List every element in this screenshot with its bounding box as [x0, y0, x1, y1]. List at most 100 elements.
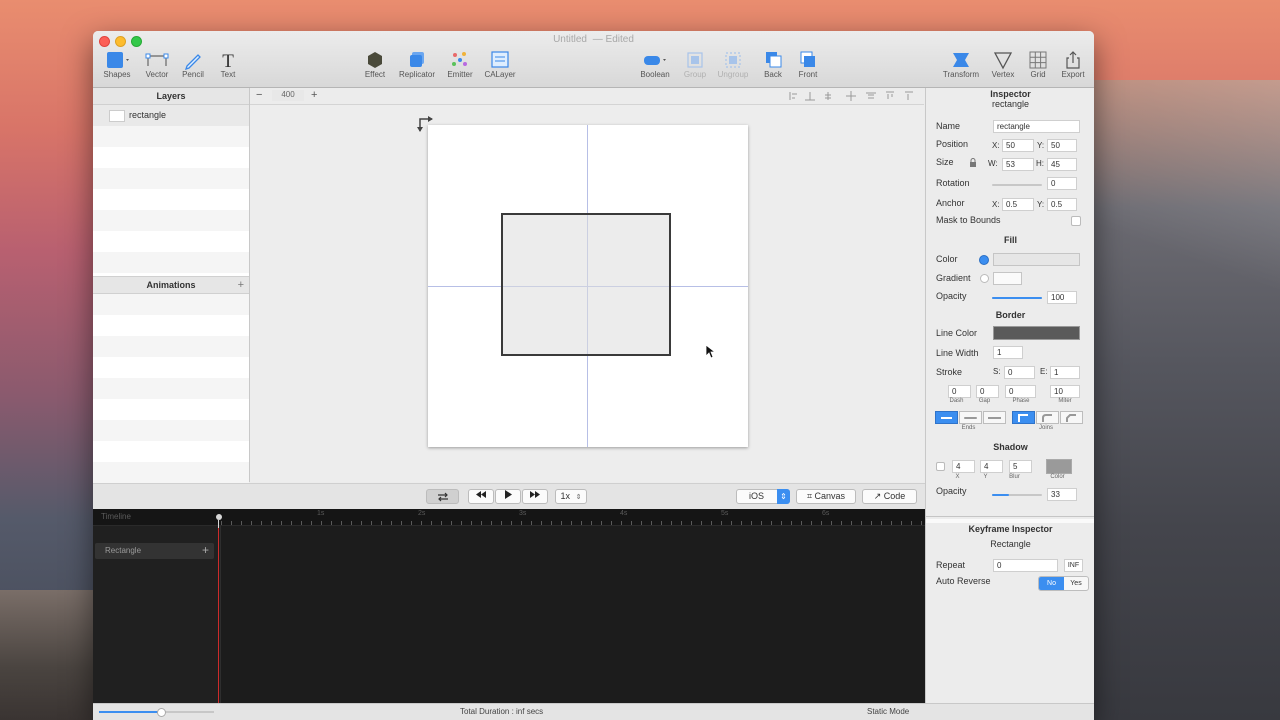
- square-end-option[interactable]: [983, 411, 1006, 424]
- loop-button[interactable]: [426, 489, 459, 504]
- repeat-field[interactable]: 0: [993, 559, 1058, 572]
- replicator-tool[interactable]: Replicator: [395, 50, 439, 79]
- gradient-radio[interactable]: [980, 274, 989, 283]
- bring-front-icon: [800, 51, 815, 67]
- inspector-subtitle: rectangle: [991, 99, 1030, 109]
- canvas-mode-button[interactable]: ⌗ Canvas: [796, 489, 856, 504]
- stroke-start-label: S:: [993, 367, 1001, 376]
- add-animation-button[interactable]: +: [238, 277, 244, 293]
- gap-field[interactable]: 0: [976, 385, 999, 398]
- layers-list: [93, 126, 249, 273]
- tick-label: 4s: [620, 510, 628, 517]
- ungroup-tool[interactable]: Ungroup: [711, 50, 755, 79]
- transform-tool[interactable]: Transform: [939, 50, 983, 79]
- bevel-join-icon: [1066, 414, 1076, 422]
- replicator-label: Replicator: [398, 70, 435, 79]
- fast-forward-button[interactable]: [522, 489, 548, 504]
- dash-field[interactable]: 0: [948, 385, 971, 398]
- shadow-blur-caption: Blur: [1009, 474, 1020, 480]
- front-tool[interactable]: Front: [786, 50, 830, 79]
- mask-to-bounds-checkbox[interactable]: [1071, 216, 1081, 226]
- effect-tool[interactable]: Effect: [353, 50, 397, 79]
- track-rectangle[interactable]: Rectangle +: [95, 543, 214, 559]
- zoom-in-button[interactable]: +: [311, 89, 317, 101]
- play-button[interactable]: [495, 489, 521, 504]
- rotation-slider[interactable]: [992, 184, 1042, 186]
- anchor-label: Anchor: [936, 198, 965, 208]
- shadow-x-field[interactable]: 4: [952, 460, 975, 473]
- repeat-infinite-button[interactable]: INF: [1064, 559, 1083, 572]
- timeline-panel: Timeline 1s 2s 3s 4s 5s 6s Rectangle +: [93, 509, 925, 703]
- platform-select[interactable]: iOS ⇕: [736, 489, 790, 504]
- code-mode-button[interactable]: ↗ Code: [862, 489, 917, 504]
- butt-end-option[interactable]: [935, 411, 958, 424]
- tick-label: 3s: [519, 510, 527, 517]
- anchor-y-label: Y:: [1037, 200, 1045, 209]
- tick-label: 1s: [317, 510, 325, 517]
- auto-reverse-no[interactable]: No: [1039, 577, 1064, 590]
- keyframe-inspector-title: Keyframe Inspector: [968, 524, 1053, 534]
- height-field[interactable]: 45: [1047, 158, 1077, 171]
- inspector-title: Inspector: [990, 89, 1031, 99]
- round-end-option[interactable]: [959, 411, 982, 424]
- shadow-y-field[interactable]: 4: [980, 460, 1003, 473]
- speed-select[interactable]: 1x ⇕: [555, 489, 587, 504]
- calayer-label: CALayer: [484, 70, 516, 79]
- effect-icon: [368, 52, 382, 68]
- rewind-button[interactable]: [468, 489, 494, 504]
- shapes-tool[interactable]: Shapes: [95, 50, 139, 79]
- position-x-field[interactable]: 50: [1002, 139, 1034, 152]
- canvas-area: − 400 +: [250, 88, 924, 482]
- rectangle-shape[interactable]: [501, 213, 671, 356]
- height-label: H:: [1036, 159, 1044, 168]
- fill-opacity-field[interactable]: 100: [1047, 291, 1077, 304]
- export-icon: [1066, 51, 1080, 69]
- miter-caption: Miter: [1058, 398, 1072, 404]
- add-keyframe-button[interactable]: +: [202, 543, 209, 557]
- position-y-field[interactable]: 50: [1047, 139, 1077, 152]
- anchor-x-field[interactable]: 0.5: [1002, 198, 1034, 211]
- name-field[interactable]: rectangle: [993, 120, 1080, 133]
- color-label: Color: [936, 254, 958, 264]
- zoom-field[interactable]: 400: [272, 90, 304, 101]
- line-ends-segmented: [935, 411, 1006, 424]
- stroke-end-field[interactable]: 1: [1050, 366, 1080, 379]
- vector-icon: [145, 53, 169, 66]
- color-radio[interactable]: [979, 255, 989, 265]
- code-mode-icon: ↗: [873, 491, 884, 501]
- toolbar: Untitled — Edited Shapes Vector Pencil T: [93, 31, 1094, 88]
- phase-field[interactable]: 0: [1005, 385, 1036, 398]
- timeline-zoom-knob[interactable]: [157, 708, 166, 717]
- stroke-start-field[interactable]: 0: [1004, 366, 1035, 379]
- calayer-tool[interactable]: CALayer: [478, 50, 522, 79]
- miter-join-option[interactable]: [1012, 411, 1035, 424]
- export-tool[interactable]: Export: [1051, 50, 1094, 79]
- shadow-color-well[interactable]: [1046, 459, 1072, 474]
- emitter-tool[interactable]: Emitter: [438, 50, 482, 79]
- round-join-option[interactable]: [1036, 411, 1059, 424]
- align-icons[interactable]: [788, 90, 920, 102]
- boolean-tool[interactable]: Boolean: [633, 50, 677, 79]
- fill-color-well[interactable]: [993, 253, 1080, 266]
- auto-reverse-yes[interactable]: Yes: [1064, 577, 1088, 590]
- layer-item-rectangle[interactable]: rectangle: [93, 105, 249, 126]
- artboard[interactable]: [428, 125, 748, 447]
- shadow-checkbox[interactable]: [936, 462, 945, 471]
- zoom-out-button[interactable]: −: [256, 89, 262, 101]
- line-width-field[interactable]: 1: [993, 346, 1023, 359]
- shadow-opacity-field[interactable]: 33: [1047, 488, 1077, 501]
- rotation-field[interactable]: 0: [1047, 177, 1077, 190]
- miter-field[interactable]: 10: [1050, 385, 1080, 398]
- rotation-label: Rotation: [936, 178, 970, 188]
- width-field[interactable]: 53: [1002, 158, 1034, 171]
- lock-icon[interactable]: [969, 158, 977, 167]
- text-tool[interactable]: T Text: [206, 50, 250, 79]
- bevel-join-option[interactable]: [1060, 411, 1083, 424]
- section-divider-gap: [926, 519, 1094, 523]
- name-label: Name: [936, 121, 961, 131]
- shadow-blur-field[interactable]: 5: [1009, 460, 1032, 473]
- gradient-well[interactable]: [993, 272, 1022, 285]
- anchor-y-field[interactable]: 0.5: [1047, 198, 1077, 211]
- playhead-handle[interactable]: [216, 514, 222, 520]
- line-color-well[interactable]: [993, 326, 1080, 340]
